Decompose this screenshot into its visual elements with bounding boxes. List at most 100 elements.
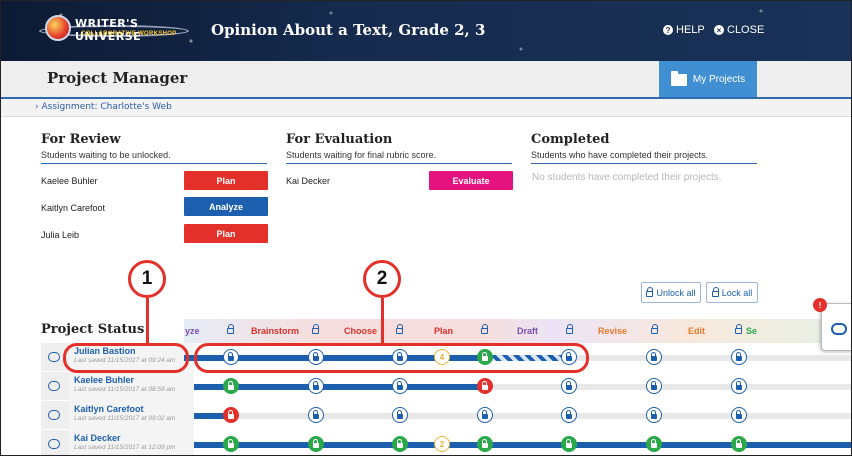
stage-node-complete[interactable] bbox=[646, 436, 662, 452]
stage-lock-icon[interactable] bbox=[396, 324, 406, 335]
unlock-icon bbox=[646, 287, 654, 297]
progress-track bbox=[194, 442, 851, 448]
stage-lock-icon[interactable] bbox=[227, 324, 237, 335]
for-review-title: For Review bbox=[41, 132, 121, 147]
writers-universe-logo[interactable]: WRITER'S UNIVERSE COLLABORATIVE WORKSHOP bbox=[39, 11, 189, 51]
folder-icon bbox=[670, 70, 687, 86]
stage-brainstorm: Brainstorm bbox=[251, 326, 300, 336]
stage-node-complete[interactable] bbox=[223, 436, 239, 452]
stage-node-locked[interactable] bbox=[646, 349, 662, 365]
stage-lock-icon[interactable] bbox=[566, 324, 576, 335]
progress-track-remaining bbox=[485, 384, 851, 390]
plan-button[interactable]: Plan bbox=[184, 224, 268, 243]
completed-title: Completed bbox=[531, 132, 610, 147]
brand-subtext: COLLABORATIVE WORKSHOP bbox=[81, 31, 177, 37]
stage-node-locked[interactable] bbox=[646, 407, 662, 423]
score-badge: 2 bbox=[434, 436, 450, 452]
evaluate-button[interactable]: Evaluate bbox=[429, 171, 513, 190]
evaluation-student-name: Kai Decker bbox=[286, 176, 331, 186]
completed-empty-message: No students have completed their project… bbox=[532, 172, 722, 183]
stage-choose: Choose bbox=[344, 326, 378, 336]
callout-number-1: 1 bbox=[128, 260, 166, 298]
lock-icon bbox=[711, 287, 719, 297]
student-name-link[interactable]: Kaitlyn Carefoot bbox=[74, 404, 194, 414]
stage-lock-icon[interactable] bbox=[312, 324, 322, 335]
lock-all-button[interactable]: Lock all bbox=[706, 282, 758, 303]
review-student-name: Kaitlyn Carefoot bbox=[41, 203, 106, 213]
stage-node-review[interactable] bbox=[477, 378, 493, 394]
chat-icon[interactable] bbox=[48, 352, 60, 362]
stage-analyze: yze bbox=[185, 326, 200, 336]
project-manager-bar: Project Manager My Projects bbox=[1, 61, 851, 98]
review-student-name: Julia Leib bbox=[41, 230, 80, 240]
plan-button[interactable]: Plan bbox=[184, 171, 268, 190]
stage-lock-icon[interactable] bbox=[651, 324, 661, 335]
globe-icon bbox=[45, 15, 71, 41]
analyze-button[interactable]: Analyze bbox=[184, 197, 268, 216]
stage-lock-icon[interactable] bbox=[735, 324, 745, 335]
stage-node-complete[interactable] bbox=[223, 378, 239, 394]
stage-draft: Draft bbox=[517, 326, 539, 336]
stage-edit: Edit bbox=[688, 326, 705, 336]
top-bar: WRITER'S UNIVERSE COLLABORATIVE WORKSHOP… bbox=[1, 1, 851, 61]
completed-subtitle: Students who have completed their projec… bbox=[531, 150, 757, 164]
messages-tab[interactable] bbox=[821, 303, 851, 351]
stage-node-complete[interactable] bbox=[392, 436, 408, 452]
lock-all-label: Lock all bbox=[721, 287, 753, 298]
chat-icon[interactable] bbox=[48, 381, 60, 391]
stage-node-locked[interactable] bbox=[561, 407, 577, 423]
chat-icon[interactable] bbox=[48, 410, 60, 420]
brand-text: WRITER'S UNIVERSE bbox=[75, 17, 142, 43]
question-icon: ? bbox=[663, 25, 673, 35]
close-label: CLOSE bbox=[727, 24, 765, 36]
stage-plan: Plan bbox=[434, 326, 454, 336]
for-evaluation-title: For Evaluation bbox=[286, 132, 393, 147]
stage-node-complete[interactable] bbox=[308, 436, 324, 452]
last-saved: Last saved 11/15/2017 at 09:02 am bbox=[74, 415, 176, 422]
stage-node-complete[interactable] bbox=[561, 436, 577, 452]
progress-track-remaining bbox=[232, 413, 851, 419]
stage-node-locked[interactable] bbox=[731, 349, 747, 365]
help-button[interactable]: ? HELP bbox=[663, 24, 705, 36]
assignment-title: Opinion About a Text, Grade 2, 3 bbox=[211, 21, 486, 39]
stage-lock-icon[interactable] bbox=[481, 324, 491, 335]
app-frame: WRITER'S UNIVERSE COLLABORATIVE WORKSHOP… bbox=[0, 0, 852, 456]
stage-node-locked[interactable] bbox=[646, 378, 662, 394]
unlock-all-label: Unlock all bbox=[656, 287, 696, 298]
project-status-title: Project Status bbox=[41, 322, 145, 337]
close-button[interactable]: × CLOSE bbox=[714, 24, 764, 36]
table-row: Kaelee Buhler Last saved 11/15/2017 at 0… bbox=[41, 372, 851, 401]
student-name-link[interactable]: Kai Decker bbox=[74, 433, 194, 443]
for-evaluation-subtitle: Students waiting for final rubric score. bbox=[286, 150, 512, 164]
breadcrumb-assignment: Assignment: Charlotte's Web bbox=[41, 102, 172, 112]
stage-share: Se bbox=[746, 326, 758, 336]
chat-icon bbox=[831, 323, 847, 335]
stage-node-unlocked[interactable] bbox=[392, 378, 408, 394]
stage-node-locked[interactable] bbox=[308, 407, 324, 423]
stage-node-locked[interactable] bbox=[561, 378, 577, 394]
last-saved: Last saved 11/15/2017 at 08:59 am bbox=[74, 386, 176, 393]
callout-number-2: 2 bbox=[363, 260, 401, 298]
progress-track-remaining bbox=[569, 355, 851, 361]
for-review-subtitle: Students waiting to be unlocked. bbox=[41, 150, 267, 164]
stage-node-locked[interactable] bbox=[392, 407, 408, 423]
stage-node-complete[interactable] bbox=[731, 436, 747, 452]
table-row: Kai Decker Last saved 11/15/2017 at 12:0… bbox=[41, 430, 851, 455]
close-icon: × bbox=[714, 25, 724, 35]
stage-node-review[interactable] bbox=[223, 407, 239, 423]
stage-node-locked[interactable] bbox=[477, 407, 493, 423]
stage-node-locked[interactable] bbox=[731, 407, 747, 423]
stage-node-locked[interactable] bbox=[731, 378, 747, 394]
stage-node-unlocked[interactable] bbox=[308, 378, 324, 394]
chat-icon[interactable] bbox=[48, 439, 60, 449]
unlock-all-button[interactable]: Unlock all bbox=[641, 282, 701, 303]
my-projects-label: My Projects bbox=[692, 74, 746, 85]
breadcrumb: › Assignment: Charlotte's Web bbox=[1, 99, 851, 117]
callout-line-1 bbox=[146, 298, 149, 344]
stage-node-complete[interactable] bbox=[477, 436, 493, 452]
student-name-link[interactable]: Kaelee Buhler bbox=[74, 375, 194, 385]
stage-revise: Revise bbox=[598, 326, 628, 336]
callout-box-1 bbox=[63, 343, 189, 373]
table-row: Kaitlyn Carefoot Last saved 11/15/2017 a… bbox=[41, 401, 851, 430]
my-projects-button[interactable]: My Projects bbox=[659, 61, 757, 98]
